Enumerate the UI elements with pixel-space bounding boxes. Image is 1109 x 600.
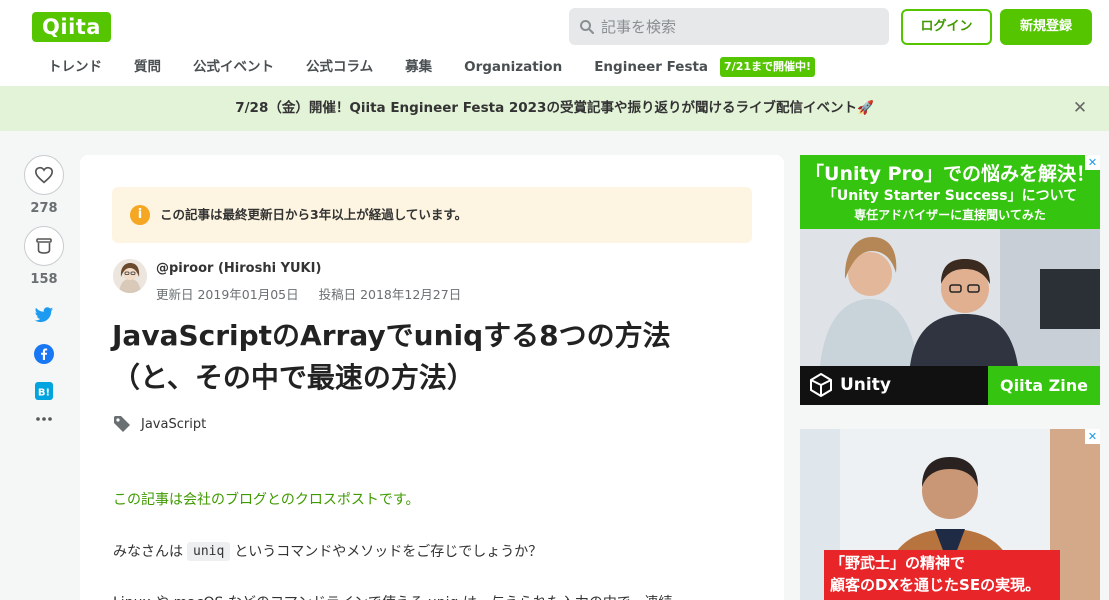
ad-brand-unity: Unity [840, 375, 891, 395]
twitter-share[interactable] [22, 307, 66, 324]
nav-item-organization[interactable]: Organization [448, 54, 578, 80]
hatena-bookmark-icon: B! [35, 382, 53, 400]
tag-label[interactable]: JavaScript [141, 417, 206, 432]
unity-logo-icon [810, 373, 832, 397]
nav-item-questions[interactable]: 質問 [118, 54, 177, 80]
article-title-line1: JavaScriptのArrayでuniqする8つの方法 [112, 319, 671, 352]
ad-subheadline: 「Unity Starter Success」について [822, 188, 1078, 204]
festa-badge[interactable]: 7/21まで開催中! [720, 57, 816, 77]
ad2-line1: 「野武士」の精神で [830, 554, 966, 572]
author-name[interactable]: @piroor (Hiroshi YUKI) [156, 261, 321, 276]
article-dates: 更新日 2019年01月05日 投稿日 2018年12月27日 [156, 284, 477, 303]
ad-qiita-zine-footer: Qiita Zine [988, 366, 1100, 405]
ad-photo [800, 229, 1100, 366]
ad2-close-icon[interactable]: ✕ [1085, 429, 1100, 444]
article-actions: 278 158 B! [22, 155, 66, 422]
ad-close-icon[interactable]: ✕ [1085, 155, 1100, 170]
heart-icon [34, 166, 54, 184]
ad-photo-illustration [800, 229, 1100, 366]
unity-ad[interactable]: 「Unity Pro」での悩みを解決！ 「Unity Starter Succe… [800, 155, 1100, 405]
banner-text[interactable]: 7/28（金）開催！Qiita Engineer Festa 2023の受賞記事… [0, 86, 1109, 131]
article-tag[interactable]: JavaScript [113, 415, 206, 433]
outdated-notice: i この記事は最終更新日から3年以上が経過しています。 [112, 187, 752, 243]
twitter-icon [34, 307, 54, 323]
article-title: JavaScriptのArrayでuniqする8つの方法 （と、その中で最速の方… [112, 315, 752, 399]
ad-subheadline-2: 専任アドバイザーに直接聞いてみた [854, 208, 1046, 222]
stock-icon [36, 238, 52, 254]
nav-item-trend[interactable]: トレンド [32, 54, 118, 80]
signup-button[interactable]: 新規登録 [1000, 9, 1092, 45]
ad-unity-footer: Unity [800, 366, 988, 405]
like-count: 278 [30, 201, 58, 216]
qiita-logo[interactable]: Qiita [32, 12, 111, 42]
facebook-icon [34, 344, 54, 364]
hatena-share[interactable]: B! [22, 382, 66, 400]
avatar-illustration [113, 259, 147, 293]
facebook-share[interactable] [22, 344, 66, 364]
ad-brand-qiita-zine: Qiita Zine [1000, 376, 1088, 395]
crosspost-link[interactable]: この記事は会社のブログとのクロスポストです。 [113, 489, 419, 509]
like-button[interactable] [24, 155, 64, 195]
inline-code: uniq [187, 541, 231, 561]
stock-button[interactable] [24, 226, 64, 266]
nav-item-official-columns[interactable]: 公式コラム [290, 54, 389, 80]
body-paragraph: みなさんは uniq というコマンドやメソッドをご存じでしょうか？ [113, 541, 542, 561]
outdated-notice-text: この記事は最終更新日から3年以上が経過しています。 [160, 207, 468, 222]
search-input[interactable] [601, 8, 881, 45]
more-icon [36, 417, 52, 421]
ad-headline: 「Unity Pro」での悩みを解決！ [805, 163, 1095, 185]
paragraph-text: みなさんは [113, 544, 183, 560]
site-header: Qiita ログイン 新規登録 トレンド 質問 公式イベント 公式コラム 募集 … [0, 0, 1109, 86]
author-avatar[interactable] [113, 259, 147, 293]
svg-text:B!: B! [38, 388, 50, 399]
body-paragraph-cutoff: Linux や macOS などのコマンドラインで使える uniq は、与えられ… [113, 592, 686, 600]
stock-count: 158 [30, 272, 58, 287]
ad2-line2: 顧客のDXを通じたSEの実現。 [830, 576, 1041, 594]
article-title-line2: （と、その中で最速の方法） [112, 361, 475, 394]
more-options[interactable] [22, 416, 66, 422]
main-nav: トレンド 質問 公式イベント 公式コラム 募集 Organization Eng… [32, 54, 816, 80]
close-icon[interactable]: ✕ [1070, 98, 1090, 118]
event-banner[interactable]: 7/28（金）開催！Qiita Engineer Festa 2023の受賞記事… [0, 86, 1109, 131]
tag-icon [114, 416, 130, 432]
promo-ad[interactable]: 「野武士」の精神で 顧客のDXを通じたSEの実現。 ✕ [800, 429, 1100, 600]
paragraph-text: というコマンドやメソッドをご存じでしょうか？ [234, 544, 543, 560]
nav-item-recruiting[interactable]: 募集 [389, 54, 448, 80]
nav-item-engineer-festa[interactable]: Engineer Festa [578, 54, 724, 80]
login-button[interactable]: ログイン [901, 9, 992, 45]
search-box[interactable] [569, 8, 889, 45]
nav-item-official-events[interactable]: 公式イベント [177, 54, 290, 80]
posted-date: 投稿日 2018年12月27日 [318, 287, 462, 302]
updated-date: 更新日 2019年01月05日 [156, 287, 299, 302]
info-icon: i [130, 205, 150, 225]
search-icon [580, 20, 594, 34]
article-card: i この記事は最終更新日から3年以上が経過しています。 @piroor (Hir… [80, 155, 784, 600]
